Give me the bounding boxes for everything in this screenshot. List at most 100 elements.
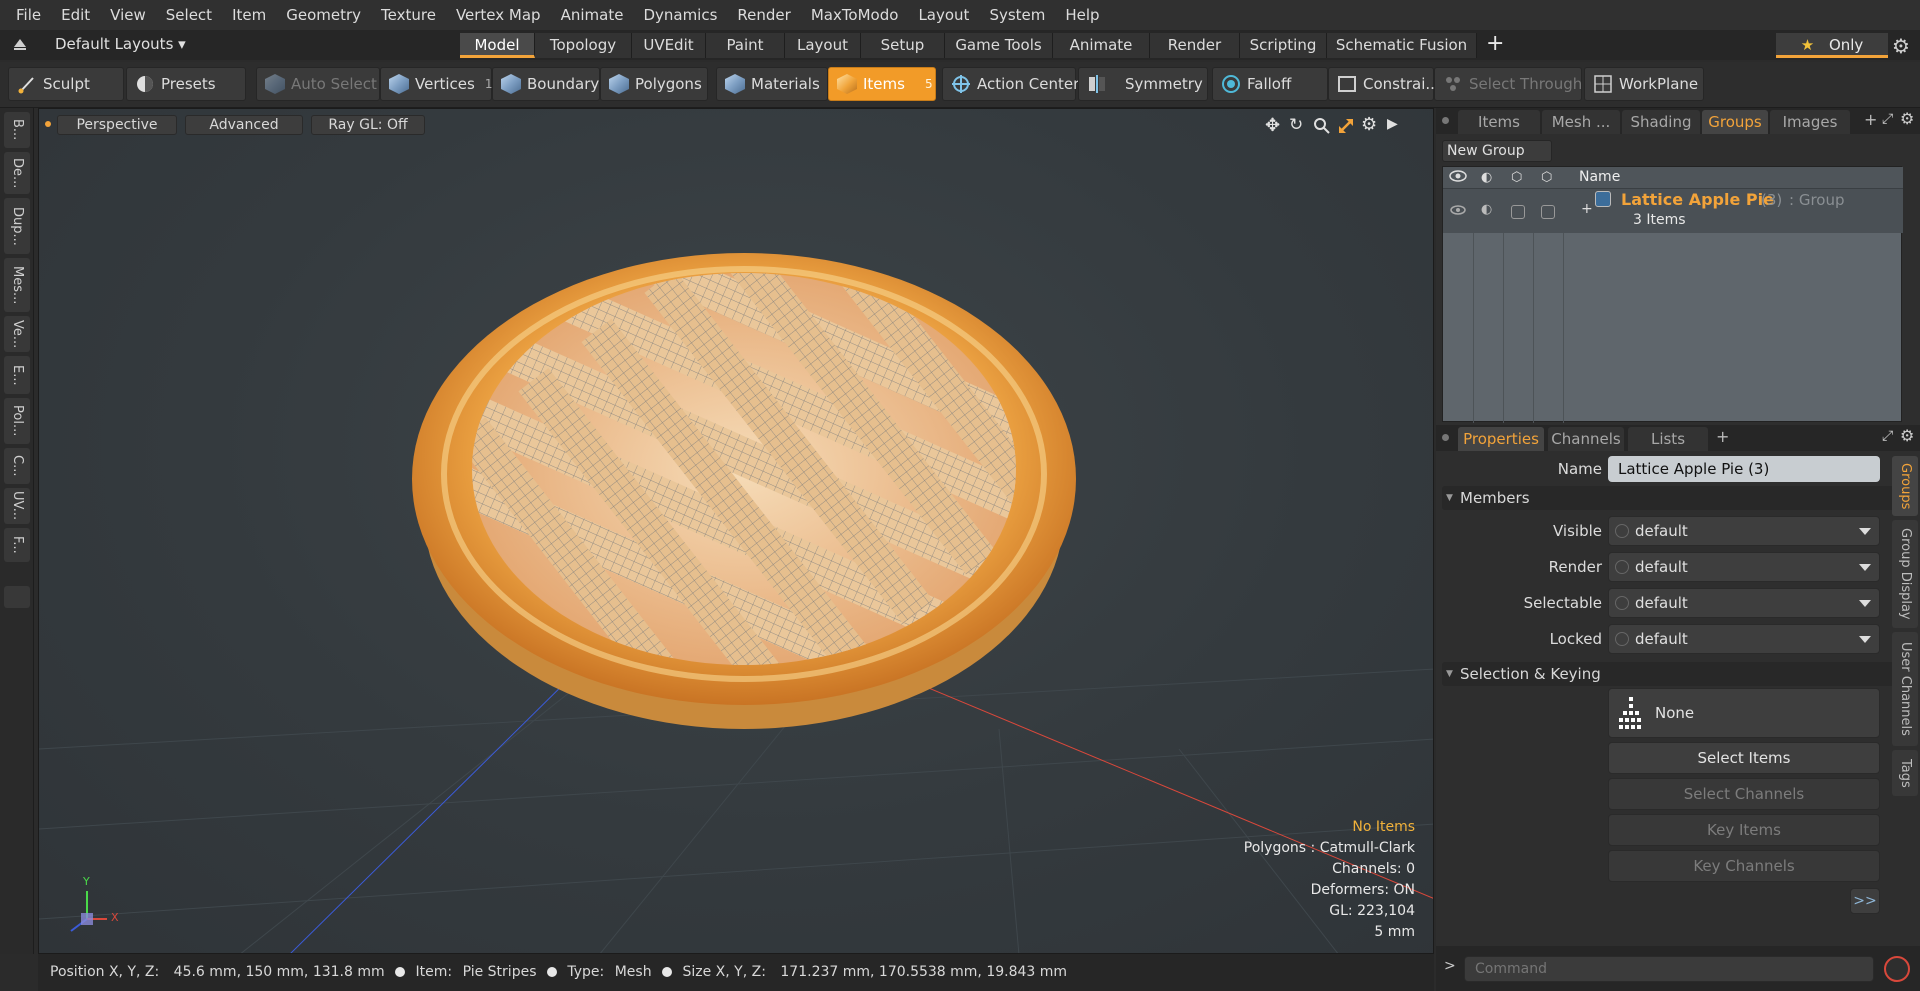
properties-tab-channels[interactable]: Channels [1548, 427, 1624, 451]
auto-select-button[interactable]: Auto Select [256, 67, 380, 101]
row-eye-icon[interactable] [1449, 203, 1467, 221]
left-tab-0[interactable]: B... [4, 112, 30, 148]
layout-tab-uvedit[interactable]: UVEdit [632, 33, 706, 58]
sculpt-button[interactable]: Sculpt [8, 67, 124, 101]
properties-gear-icon[interactable]: ⚙ [1900, 426, 1914, 445]
layout-tab-model[interactable]: Model [460, 33, 535, 58]
collapse-up-icon[interactable] [12, 36, 28, 52]
side-tab-groups[interactable]: Groups [1892, 456, 1918, 516]
left-tab-collapse-button[interactable] [4, 586, 30, 608]
row-select-checkbox[interactable] [1541, 205, 1555, 219]
layout-tab-schematic-fusion[interactable]: Schematic Fusion [1327, 33, 1477, 58]
properties-expand-icon[interactable]: ⤢ [1882, 428, 1893, 444]
boundary-button[interactable]: Boundary [492, 67, 600, 101]
menu-system[interactable]: System [979, 0, 1055, 30]
left-tab-5[interactable]: E... [4, 356, 30, 394]
key-channels-button[interactable]: Key Channels [1608, 850, 1880, 882]
left-tab-3[interactable]: Mes... [4, 258, 30, 312]
left-tab-2[interactable]: Dup... [4, 198, 30, 254]
add-layout-tab-button[interactable]: + [1486, 31, 1504, 56]
select-channels-button[interactable]: Select Channels [1608, 778, 1880, 810]
layout-tab-animate[interactable]: Animate [1053, 33, 1150, 58]
side-tab-user-channels[interactable]: User Channels [1892, 632, 1918, 746]
action-center-button[interactable]: Action Center [942, 67, 1079, 101]
menu-texture[interactable]: Texture [371, 0, 446, 30]
layout-tab-paint[interactable]: Paint [706, 33, 785, 58]
menu-help[interactable]: Help [1055, 0, 1109, 30]
polygons-button[interactable]: Polygons [600, 67, 708, 101]
select-items-button[interactable]: Select Items [1608, 742, 1880, 774]
layout-tab-game-tools[interactable]: Game Tools [945, 33, 1053, 58]
menu-render[interactable]: Render [727, 0, 800, 30]
polygons-info: Polygons : Catmull-Clark [1243, 840, 1415, 856]
menu-vertex-map[interactable]: Vertex Map [446, 0, 551, 30]
row-render-icon[interactable]: ◐ [1481, 202, 1492, 217]
selection-keying-section-header[interactable]: Selection & Keying [1442, 662, 1912, 686]
row-lock-checkbox[interactable] [1511, 205, 1525, 219]
groups-tab-0[interactable]: Items [1458, 110, 1540, 134]
symmetry-button[interactable]: Symmetry [1078, 67, 1208, 101]
properties-tab-lists[interactable]: Lists [1628, 427, 1708, 451]
layout-tab-scripting[interactable]: Scripting [1240, 33, 1327, 58]
workplane-button[interactable]: WorkPlane [1584, 67, 1704, 101]
menu-select[interactable]: Select [156, 0, 222, 30]
gear-icon[interactable]: ⚙ [1892, 34, 1910, 58]
menu-edit[interactable]: Edit [51, 0, 100, 30]
panel-expand-icon[interactable]: ⤢ [1882, 111, 1893, 127]
panel-gear-icon[interactable]: ⚙ [1900, 109, 1914, 128]
menu-maxtomodo[interactable]: MaxToModo [801, 0, 909, 30]
groups-tab-2[interactable]: Shading [1622, 110, 1700, 134]
layout-tab-render[interactable]: Render [1150, 33, 1240, 58]
vertices-button[interactable]: Vertices 1 [380, 67, 492, 101]
command-input[interactable] [1464, 956, 1874, 982]
side-tab-tags[interactable]: Tags [1892, 750, 1918, 796]
menu-animate[interactable]: Animate [551, 0, 634, 30]
layout-tab-layout[interactable]: Layout [785, 33, 861, 58]
member-locked-dropdown[interactable]: default [1608, 624, 1880, 654]
apple-pie-model[interactable] [384, 229, 1104, 749]
groups-tab-1[interactable]: Mesh ... [1542, 110, 1620, 134]
constraints-button[interactable]: Constrai... [1328, 67, 1440, 101]
presets-button[interactable]: Presets [126, 67, 246, 101]
expand-group-icon[interactable]: + [1581, 201, 1593, 217]
more-button[interactable]: >> [1850, 888, 1880, 914]
left-tab-6[interactable]: Pol... [4, 398, 30, 444]
properties-tab-properties[interactable]: Properties [1458, 427, 1544, 451]
add-properties-tab-icon[interactable]: + [1716, 427, 1729, 446]
menu-view[interactable]: View [100, 0, 156, 30]
left-tab-4[interactable]: Ve... [4, 316, 30, 352]
groups-tab-4[interactable]: Images [1770, 110, 1850, 134]
left-tab-8[interactable]: UV... [4, 488, 30, 524]
menu-layout[interactable]: Layout [908, 0, 979, 30]
key-items-button[interactable]: Key Items [1608, 814, 1880, 846]
menu-geometry[interactable]: Geometry [276, 0, 371, 30]
layout-preset-dropdown[interactable]: Default Layouts ▾ [55, 35, 186, 53]
none-button[interactable]: None [1608, 688, 1880, 738]
name-field[interactable]: Lattice Apple Pie (3) [1608, 456, 1880, 482]
only-button[interactable]: ★ Only [1776, 33, 1888, 58]
menu-file[interactable]: File [6, 0, 51, 30]
side-tab-group-display[interactable]: Group Display [1892, 520, 1918, 628]
add-panel-tab-icon[interactable]: + [1864, 110, 1877, 129]
layout-tab-setup[interactable]: Setup [861, 33, 945, 58]
left-tab-7[interactable]: C... [4, 448, 30, 484]
member-render-dropdown[interactable]: default [1608, 552, 1880, 582]
3d-viewport[interactable]: Perspective Advanced Ray GL: Off ✥ ↻ ⚙ ▶ [38, 108, 1434, 954]
menu-item[interactable]: Item [222, 0, 276, 30]
new-group-button[interactable]: New Group [1442, 140, 1552, 162]
selection-set-icon [1617, 695, 1647, 737]
members-section-header[interactable]: Members [1442, 486, 1912, 510]
member-visible-dropdown[interactable]: default [1608, 516, 1880, 546]
groups-tab-3[interactable]: Groups [1702, 110, 1768, 134]
materials-button[interactable]: Materials [716, 67, 828, 101]
menu-dynamics[interactable]: Dynamics [633, 0, 727, 30]
falloff-button[interactable]: Falloff [1212, 67, 1328, 101]
left-tab-1[interactable]: De... [4, 152, 30, 194]
record-icon[interactable] [1884, 956, 1910, 982]
layout-tab-topology[interactable]: Topology [535, 33, 632, 58]
group-row-lattice-apple-pie[interactable]: ◐ + Lattice Apple Pie (3) : Group 3 Item… [1443, 189, 1903, 233]
items-button[interactable]: Items 5 [828, 67, 936, 101]
select-through-button[interactable]: Select Through [1434, 67, 1582, 101]
member-selectable-dropdown[interactable]: default [1608, 588, 1880, 618]
left-tab-9[interactable]: F... [4, 528, 30, 562]
